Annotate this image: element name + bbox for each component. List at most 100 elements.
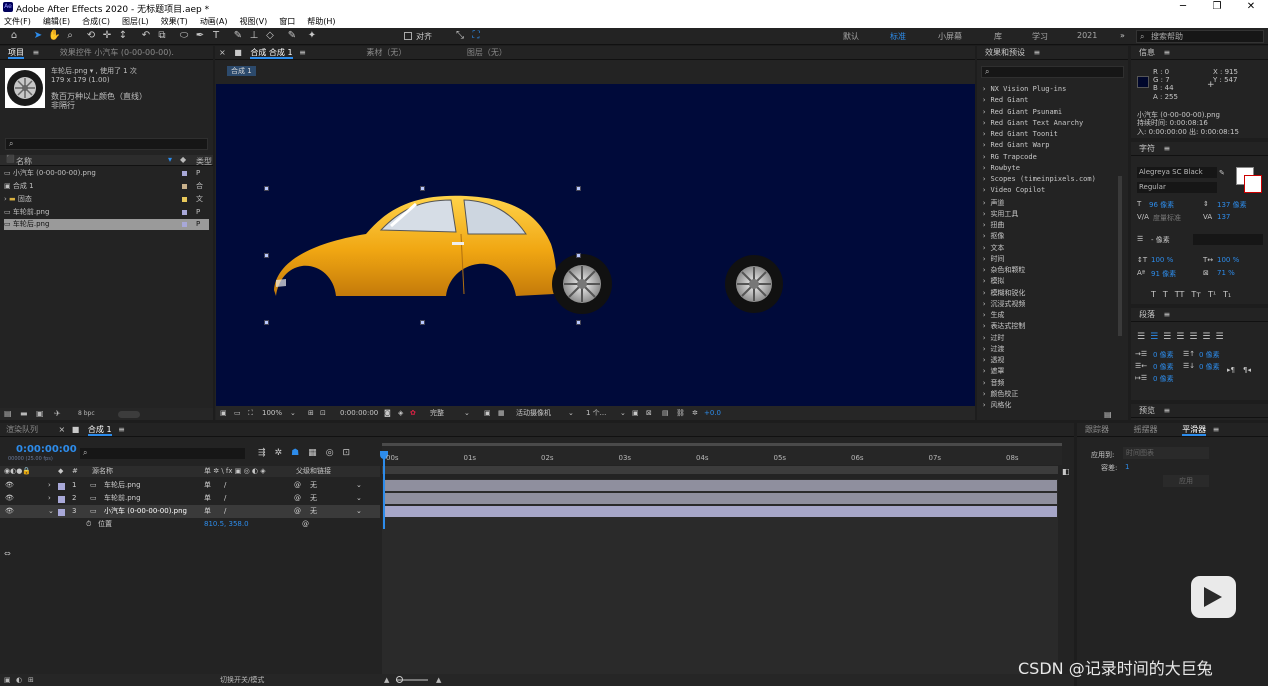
motion-blur-icon[interactable]: ◎ (326, 448, 334, 458)
superscript-button[interactable]: T¹ (1208, 290, 1216, 299)
type-tool-icon[interactable]: T (210, 30, 222, 42)
layer-switches-icon[interactable]: ▣ (4, 674, 11, 686)
effect-category-item[interactable]: › 过渡 (982, 344, 1004, 354)
shy-layers-icon[interactable]: ☗ (291, 448, 299, 458)
pickwhip-icon[interactable]: @ (302, 518, 309, 531)
effect-category-item[interactable]: › 模糊和锐化 (982, 288, 1025, 298)
menu-layer[interactable]: 图层(L) (122, 15, 149, 28)
new-folder-icon[interactable]: ▬ (20, 408, 28, 420)
menu-edit[interactable]: 编辑(E) (43, 15, 70, 28)
tracking-value[interactable]: 137 (1217, 213, 1230, 221)
effect-category-item[interactable]: › 杂色和颗粒 (982, 265, 1025, 275)
panel-menu-icon[interactable]: ≡ (118, 425, 125, 434)
pen-tool-icon[interactable]: ✒ (194, 30, 206, 42)
effect-category-item[interactable]: › NX Vision Plug-ins (982, 85, 1066, 93)
work-area-bar[interactable] (382, 443, 1062, 446)
shy-switch-icon[interactable]: 单 (204, 479, 211, 492)
eyedropper-icon[interactable]: ✎ (1219, 169, 1225, 177)
draft-3d-icon[interactable]: ✲ (275, 448, 283, 458)
parent-select[interactable]: 无 (310, 492, 317, 505)
justify-center-icon[interactable]: ☰ (1189, 332, 1197, 342)
align-center-icon[interactable]: ☰ (1150, 332, 1158, 342)
label-color-icon[interactable] (58, 509, 65, 516)
effect-category-item[interactable]: › 扭曲 (982, 220, 1004, 230)
transfer-controls-icon[interactable]: ◐ (16, 674, 22, 686)
justify-right-icon[interactable]: ☰ (1202, 332, 1210, 342)
flowchart-icon[interactable]: ⛓ (676, 406, 685, 420)
panel-menu-icon[interactable]: ≡ (1034, 48, 1041, 57)
small-caps-button[interactable]: Tт (1191, 290, 1201, 299)
effect-category-item[interactable]: › 遮罩 (982, 366, 1004, 376)
tolerance-value[interactable]: 1 (1125, 463, 1129, 471)
lock-icon[interactable]: ■ (234, 48, 242, 57)
transform-handle[interactable] (264, 320, 269, 325)
effect-category-item[interactable]: › Scopes (timeinpixels.com) (982, 175, 1096, 183)
project-search-input[interactable]: ⌕ (5, 138, 208, 150)
project-item[interactable]: › ▬ 固态 文 (4, 194, 209, 205)
camera-snapshot-icon[interactable]: ◙ (384, 406, 391, 420)
visibility-eye-icon[interactable]: 👁 (5, 479, 14, 492)
space-before-value[interactable]: 0 像素 (1199, 350, 1220, 360)
region-icon[interactable]: ⊡ (320, 406, 326, 420)
panel-menu-icon[interactable]: ≡ (33, 48, 40, 57)
close-icon[interactable]: × (219, 48, 226, 57)
apply-button[interactable]: 应用 (1163, 475, 1209, 487)
effect-category-item[interactable]: › 风格化 (982, 400, 1011, 410)
effect-category-item[interactable]: › 生成 (982, 310, 1004, 320)
help-search-input[interactable]: ⌕ 搜索帮助 (1136, 30, 1264, 43)
tab-composition[interactable]: 合成 合成 1 (250, 48, 293, 59)
tab-tracker[interactable]: 跟踪器 (1085, 425, 1109, 434)
close-icon[interactable]: × (59, 425, 66, 434)
workspace-default[interactable]: 默认 (843, 31, 859, 42)
layer-duration-bar[interactable] (385, 506, 1057, 517)
effect-category-item[interactable]: › Red Giant Toonit (982, 130, 1058, 138)
effect-category-item[interactable]: › 声道 (982, 198, 1004, 208)
quality-switch-icon[interactable]: / (224, 479, 226, 492)
comp-mini-flowchart-icon[interactable]: ⇶ (258, 448, 266, 458)
show-snapshot-icon[interactable]: ◈ (398, 406, 403, 420)
composition-viewer[interactable] (216, 84, 975, 406)
home-icon[interactable]: ⌂ (8, 30, 20, 42)
tab-project[interactable]: 项目 (8, 48, 24, 59)
toggle-pixel-icon[interactable]: ▣ (632, 406, 639, 420)
expand-toggle-icon[interactable]: ⇔ (4, 549, 11, 558)
timeline-timecode[interactable]: 0:00:00:00 (16, 444, 77, 455)
justify-all-icon[interactable]: ☰ (1215, 332, 1223, 342)
layer-duration-bar[interactable] (385, 493, 1057, 504)
roi-icon[interactable]: ▣ (484, 406, 491, 420)
tab-wiggler[interactable]: 摇摆器 (1134, 425, 1158, 434)
source-name-header[interactable]: 源名称 (92, 466, 113, 477)
frame-blending-icon[interactable]: ▦ (308, 448, 317, 458)
project-item[interactable]: ▭ 车轮前.png P (4, 207, 209, 218)
chevron-down-icon[interactable]: ⌄ (356, 492, 362, 505)
orbit-camera-icon[interactable]: ⟲ (85, 30, 97, 42)
zoom-tool-icon[interactable]: ⌕ (64, 30, 76, 42)
workspace-library[interactable]: 库 (994, 31, 1002, 42)
timeline-icon[interactable]: ▤ (662, 406, 669, 420)
shy-switch-icon[interactable]: 单 (204, 505, 211, 518)
interpret-footage-icon[interactable]: ▤ (4, 408, 12, 420)
pan-camera-icon[interactable]: ✛ (101, 30, 113, 42)
fast-preview-icon[interactable]: ⊠ (646, 406, 652, 420)
menu-file[interactable]: 文件(F) (4, 15, 31, 28)
pickwhip-icon[interactable]: @ (294, 479, 301, 492)
effect-category-item[interactable]: › 表达式控制 (982, 321, 1025, 331)
lock-icon[interactable]: ■ (72, 425, 80, 434)
roto-brush-tool-icon[interactable]: ✎ (286, 30, 298, 42)
snap-checkbox[interactable] (404, 32, 412, 40)
col-type-header[interactable]: 类型 (196, 156, 212, 167)
time-navigator[interactable] (382, 466, 1058, 474)
puppet-tool-icon[interactable]: ✦ (306, 30, 318, 42)
project-item[interactable]: ▣ 合成 1 合 (4, 181, 209, 192)
maximize-button[interactable]: ❐ (1200, 0, 1234, 15)
tab-layer[interactable]: 图层（无） (467, 48, 507, 57)
tab-footage[interactable]: 素材（无） (366, 48, 406, 57)
col-name-header[interactable]: 名称 (16, 156, 32, 167)
timeline-search-input[interactable]: ⌕ (80, 448, 245, 459)
layer-duration-bar[interactable] (385, 480, 1057, 491)
transform-handle[interactable] (264, 186, 269, 191)
all-caps-button[interactable]: TT (1175, 290, 1185, 299)
new-composition-icon[interactable]: ▣ (36, 408, 44, 420)
snap-option-icon[interactable]: ⤡ (454, 30, 466, 42)
stroke-width-value[interactable]: - 像素 (1151, 235, 1170, 245)
